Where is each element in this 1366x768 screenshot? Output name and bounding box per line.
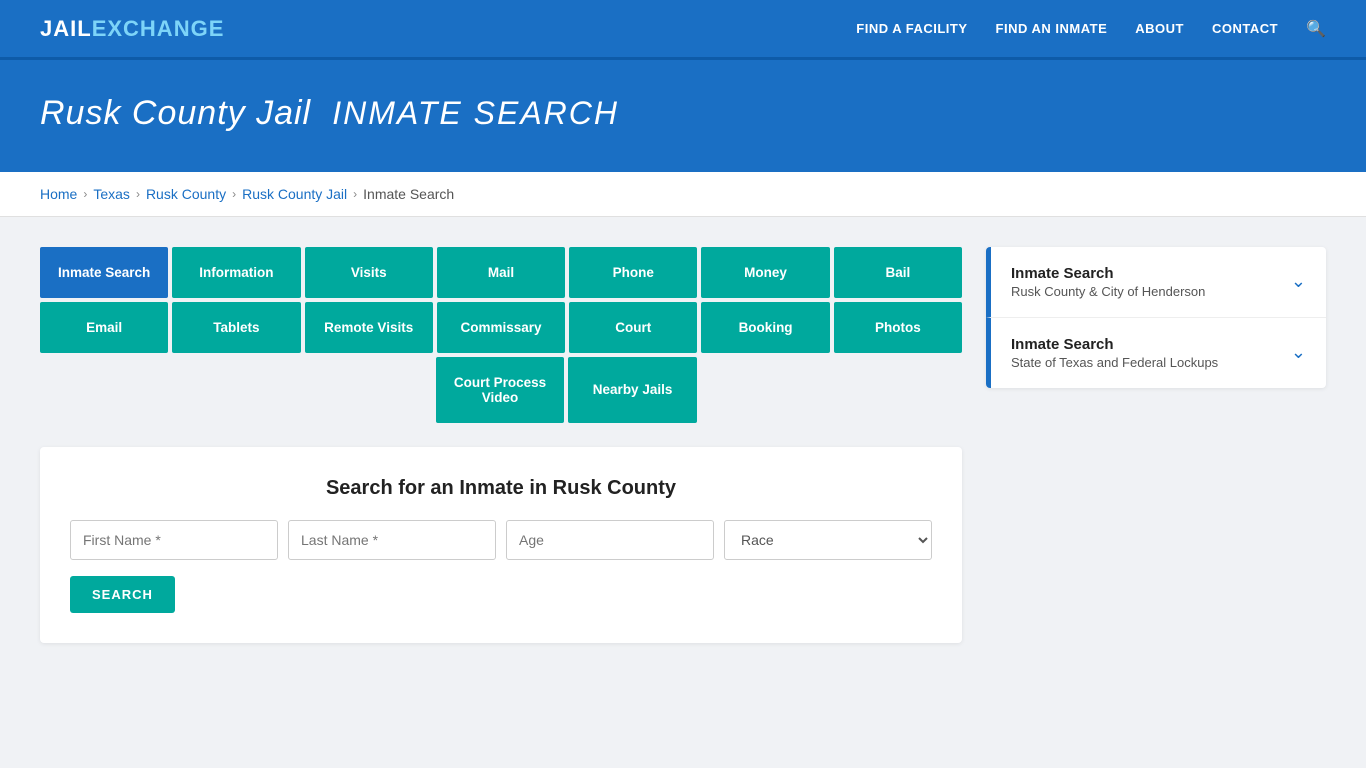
search-icon[interactable]: 🔍	[1306, 19, 1326, 39]
row3-spacer	[40, 357, 432, 423]
breadcrumb-rusk-county-jail[interactable]: Rusk County Jail	[242, 186, 347, 202]
tab-remote-visits[interactable]: Remote Visits	[305, 302, 433, 353]
tab-information[interactable]: Information	[172, 247, 300, 298]
tab-bail[interactable]: Bail	[834, 247, 962, 298]
tab-mail[interactable]: Mail	[437, 247, 565, 298]
search-button[interactable]: SEARCH	[70, 576, 175, 613]
left-column: Inmate Search Information Visits Mail Ph…	[40, 247, 962, 643]
site-logo[interactable]: JAILEXCHANGE	[40, 16, 224, 42]
sidebar-item-texas[interactable]: Inmate Search State of Texas and Federal…	[986, 318, 1326, 388]
tab-photos[interactable]: Photos	[834, 302, 962, 353]
nav-about[interactable]: ABOUT	[1135, 21, 1184, 36]
breadcrumb-rusk-county[interactable]: Rusk County	[146, 186, 226, 202]
breadcrumb-sep-1: ›	[83, 187, 87, 201]
chevron-down-icon-1: ⌄	[1291, 271, 1306, 292]
row3-right-spacer	[701, 357, 962, 423]
first-name-input[interactable]	[70, 520, 278, 560]
tab-court-process-video[interactable]: Court Process Video	[436, 357, 565, 423]
tab-court[interactable]: Court	[569, 302, 697, 353]
sidebar-item-texas-title: Inmate Search	[1011, 336, 1218, 353]
tab-row-3: Court Process Video Nearby Jails	[40, 357, 962, 423]
race-select[interactable]: Race White Black Hispanic Asian Other	[724, 520, 932, 560]
nav-contact[interactable]: CONTACT	[1212, 21, 1278, 36]
hero-section: Rusk County Jail INMATE SEARCH	[0, 60, 1366, 172]
sidebar-item-rusk-subtitle: Rusk County & City of Henderson	[1011, 284, 1205, 299]
breadcrumb-home[interactable]: Home	[40, 186, 77, 202]
sidebar-item-texas-text: Inmate Search State of Texas and Federal…	[1011, 336, 1218, 370]
main-content: Inmate Search Information Visits Mail Ph…	[0, 217, 1366, 673]
search-card: Search for an Inmate in Rusk County Race…	[40, 447, 962, 643]
tab-inmate-search[interactable]: Inmate Search	[40, 247, 168, 298]
tab-booking[interactable]: Booking	[701, 302, 829, 353]
tab-row-1: Inmate Search Information Visits Mail Ph…	[40, 247, 962, 298]
tab-visits[interactable]: Visits	[305, 247, 433, 298]
tab-money[interactable]: Money	[701, 247, 829, 298]
site-header: JAILEXCHANGE FIND A FACILITY FIND AN INM…	[0, 0, 1366, 60]
tab-tablets[interactable]: Tablets	[172, 302, 300, 353]
nav-find-inmate[interactable]: FIND AN INMATE	[996, 21, 1108, 36]
search-title: Search for an Inmate in Rusk County	[70, 477, 932, 500]
age-input[interactable]	[506, 520, 714, 560]
sidebar-item-rusk-text: Inmate Search Rusk County & City of Hend…	[1011, 265, 1205, 299]
page-title-main: Rusk County Jail	[40, 94, 311, 132]
row3-buttons: Court Process Video Nearby Jails	[436, 357, 697, 423]
page-title-italic: INMATE SEARCH	[332, 95, 619, 131]
right-column: Inmate Search Rusk County & City of Hend…	[986, 247, 1326, 388]
chevron-down-icon-2: ⌄	[1291, 342, 1306, 363]
tab-phone[interactable]: Phone	[569, 247, 697, 298]
sidebar-item-texas-subtitle: State of Texas and Federal Lockups	[1011, 355, 1218, 370]
page-title: Rusk County Jail INMATE SEARCH	[40, 90, 1326, 136]
breadcrumb-sep-2: ›	[136, 187, 140, 201]
tab-row-2: Email Tablets Remote Visits Commissary C…	[40, 302, 962, 353]
tab-email[interactable]: Email	[40, 302, 168, 353]
last-name-input[interactable]	[288, 520, 496, 560]
breadcrumb: Home › Texas › Rusk County › Rusk County…	[0, 172, 1366, 217]
logo-jail: JAIL	[40, 16, 92, 42]
form-row-1: Race White Black Hispanic Asian Other	[70, 520, 932, 560]
breadcrumb-texas[interactable]: Texas	[93, 186, 130, 202]
sidebar-item-rusk-title: Inmate Search	[1011, 265, 1205, 282]
tab-commissary[interactable]: Commissary	[437, 302, 565, 353]
tab-nearby-jails[interactable]: Nearby Jails	[568, 357, 697, 423]
sidebar-item-rusk-county[interactable]: Inmate Search Rusk County & City of Hend…	[986, 247, 1326, 318]
breadcrumb-current: Inmate Search	[363, 186, 454, 202]
header-nav: FIND A FACILITY FIND AN INMATE ABOUT CON…	[856, 19, 1326, 39]
breadcrumb-sep-4: ›	[353, 187, 357, 201]
nav-find-facility[interactable]: FIND A FACILITY	[856, 21, 967, 36]
breadcrumb-sep-3: ›	[232, 187, 236, 201]
sidebar-card: Inmate Search Rusk County & City of Hend…	[986, 247, 1326, 388]
logo-exchange: EXCHANGE	[92, 16, 225, 42]
